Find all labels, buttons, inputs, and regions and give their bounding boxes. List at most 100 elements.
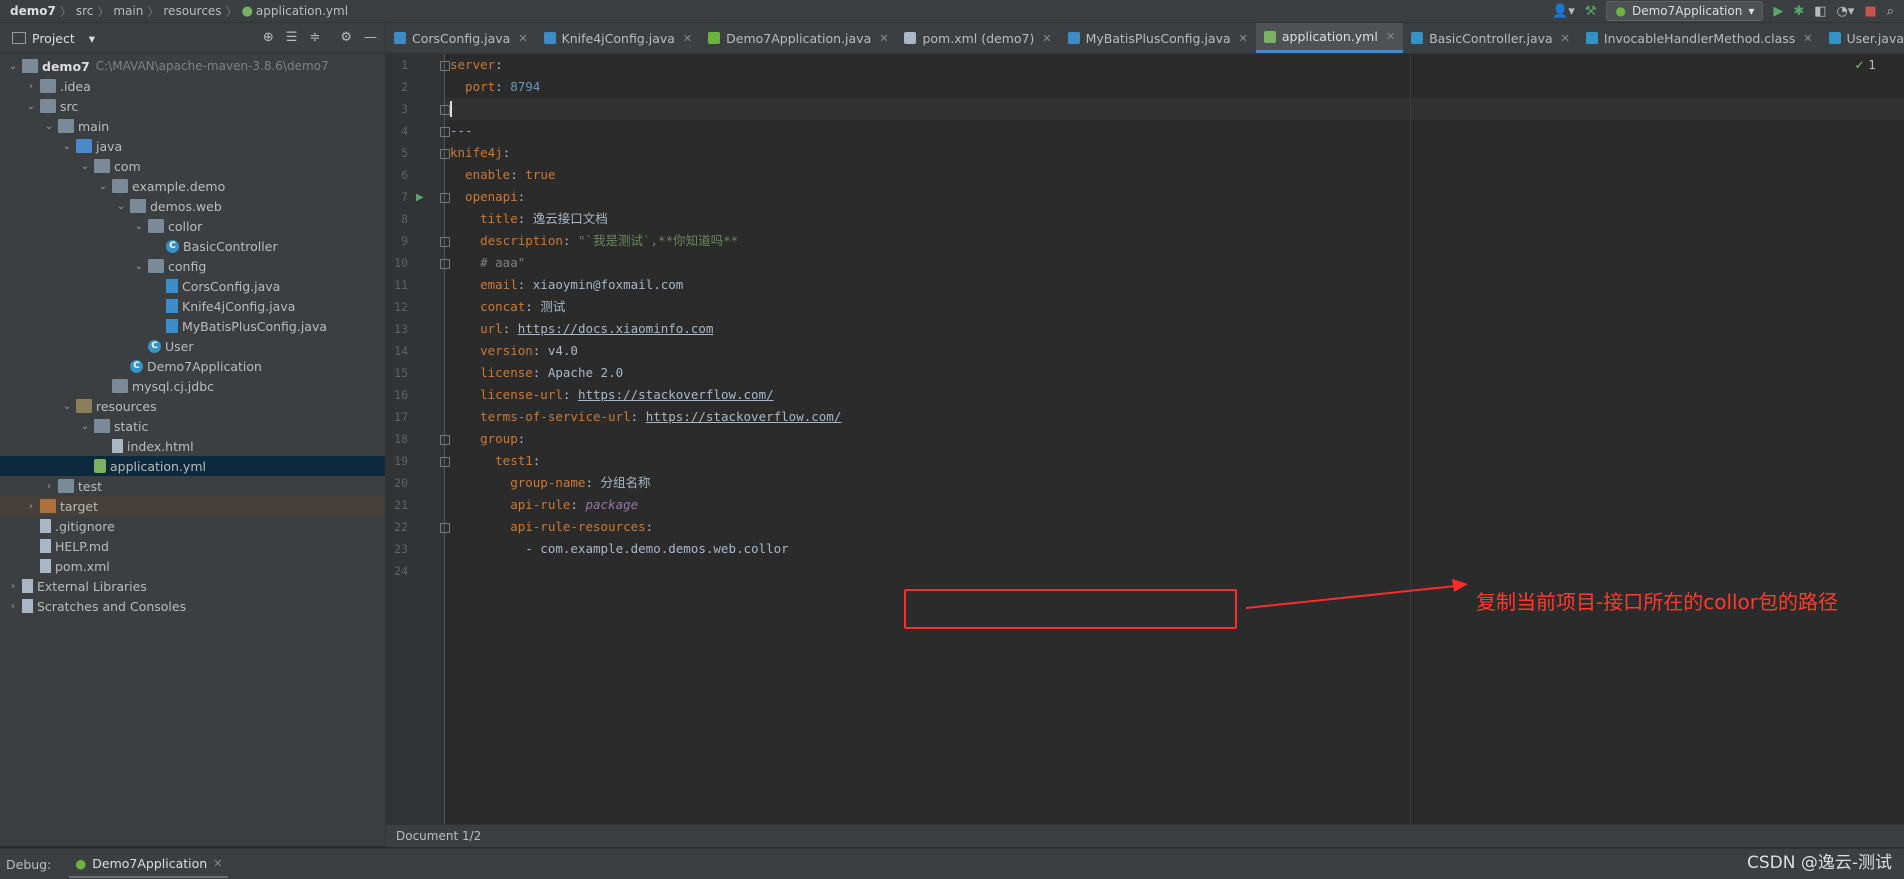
profile-icon[interactable]: ◔▾ <box>1837 4 1855 19</box>
close-icon[interactable]: ✕ <box>518 32 527 45</box>
breadcrumb-file[interactable]: application.yml <box>256 4 348 18</box>
editor-tab[interactable]: InvocableHandlerMethod.class✕ <box>1578 23 1821 53</box>
chevron-down-icon[interactable]: ⌄ <box>96 181 110 192</box>
chevron-right-icon[interactable]: › <box>6 601 20 612</box>
build-hammer-icon[interactable]: ⚒ <box>1585 4 1597 19</box>
editor-tab[interactable]: Demo7Application.java✕ <box>700 23 896 53</box>
close-icon[interactable]: ✕ <box>213 857 222 870</box>
breadcrumb-src[interactable]: src <box>76 4 94 18</box>
chevron-down-icon[interactable]: ⌄ <box>132 261 146 272</box>
code-line[interactable]: version: v4.0 <box>450 340 578 362</box>
code-line[interactable]: # aaa" <box>450 252 525 274</box>
tree-item[interactable]: ⌄collor <box>0 216 385 236</box>
editor-tab[interactable]: pom.xml (demo7)✕ <box>896 23 1059 53</box>
code-line[interactable]: concat: 测试 <box>450 296 565 318</box>
fold-marker-icon[interactable] <box>440 149 450 159</box>
locate-file-icon[interactable]: ⊕ <box>263 30 274 45</box>
editor-tab[interactable]: application.yml✕ <box>1256 23 1403 53</box>
tree-item[interactable]: CBasicController <box>0 236 385 256</box>
close-icon[interactable]: ✕ <box>1386 30 1395 43</box>
document-indicator[interactable]: Document 1/2 <box>396 829 481 843</box>
fold-marker-icon[interactable] <box>440 237 450 247</box>
code-line[interactable]: email: xiaoymin@foxmail.com <box>450 274 683 296</box>
debug-session-tab[interactable]: ● Demo7Application ✕ <box>69 850 228 878</box>
tree-item[interactable]: mysql.cj.jdbc <box>0 376 385 396</box>
code-editor[interactable]: 123456789101112131415161718192021222324 … <box>386 54 1904 824</box>
breadcrumb-resources[interactable]: resources <box>163 4 221 18</box>
run-configuration-select[interactable]: ● Demo7Application ▾ <box>1606 1 1763 21</box>
chevron-right-icon[interactable]: › <box>24 81 38 92</box>
tree-item[interactable]: ›target <box>0 496 385 516</box>
chevron-right-icon[interactable]: › <box>42 481 56 492</box>
inspection-ok-icon[interactable]: ✓ 1 <box>1854 58 1876 72</box>
code-line[interactable]: --- <box>450 120 473 142</box>
chevron-down-icon[interactable]: ⌄ <box>78 161 92 172</box>
code-line[interactable]: group-name: 分组名称 <box>450 472 651 494</box>
close-icon[interactable]: ✕ <box>1803 32 1812 45</box>
tree-item[interactable]: ⌄config <box>0 256 385 276</box>
fold-marker-icon[interactable] <box>440 259 450 269</box>
tree-item[interactable]: ›test <box>0 476 385 496</box>
tree-item[interactable]: ⌄example.demo <box>0 176 385 196</box>
code-line[interactable]: terms-of-service-url: https://stackoverf… <box>450 406 841 428</box>
project-panel-title[interactable]: Project <box>32 31 75 46</box>
tree-item[interactable]: pom.xml <box>0 556 385 576</box>
chevron-down-icon[interactable]: ⌄ <box>60 141 74 152</box>
code-line[interactable]: api-rule-resources: <box>450 516 653 538</box>
stop-icon[interactable]: ■ <box>1864 4 1876 19</box>
tree-item[interactable]: index.html <box>0 436 385 456</box>
close-icon[interactable]: ✕ <box>683 32 692 45</box>
run-gutter-icon[interactable]: ▶ <box>416 192 424 203</box>
code-line[interactable]: api-rule: package <box>450 494 638 516</box>
chevron-down-icon[interactable]: ⌄ <box>114 201 128 212</box>
fold-marker-icon[interactable] <box>440 435 450 445</box>
code-line[interactable]: knife4j: <box>450 142 510 164</box>
editor-tab[interactable]: User.java✕ <box>1821 23 1904 53</box>
close-icon[interactable]: ✕ <box>1239 32 1248 45</box>
editor-tab[interactable]: BasicController.java✕ <box>1403 23 1578 53</box>
chevron-down-icon[interactable]: ⌄ <box>42 121 56 132</box>
tree-item[interactable]: ⌄demos.web <box>0 196 385 216</box>
fold-marker-icon[interactable] <box>440 193 450 203</box>
chevron-right-icon[interactable]: › <box>6 581 20 592</box>
chevron-down-icon[interactable]: ▾ <box>89 31 95 46</box>
tree-item[interactable]: ⌄java <box>0 136 385 156</box>
chevron-down-icon[interactable]: ⌄ <box>132 221 146 232</box>
close-icon[interactable]: ✕ <box>879 32 888 45</box>
code-line[interactable]: test1: <box>450 450 540 472</box>
tree-item[interactable]: CDemo7Application <box>0 356 385 376</box>
tree-item[interactable]: .gitignore <box>0 516 385 536</box>
chevron-down-icon[interactable]: ⌄ <box>60 401 74 412</box>
tree-item[interactable]: ⌄static <box>0 416 385 436</box>
tree-item[interactable]: ›External Libraries <box>0 576 385 596</box>
close-icon[interactable]: ✕ <box>1042 32 1051 45</box>
gear-icon[interactable]: ⚙ <box>340 30 352 45</box>
tree-item[interactable]: application.yml <box>0 456 385 476</box>
chevron-down-icon[interactable]: ⌄ <box>24 101 38 112</box>
fold-marker-icon[interactable] <box>440 523 450 533</box>
code-line[interactable]: license: Apache 2.0 <box>450 362 623 384</box>
fold-marker-icon[interactable] <box>440 105 450 115</box>
code-line[interactable]: - com.example.demo.demos.web.collor <box>450 538 789 560</box>
code-line[interactable]: openapi: <box>450 186 525 208</box>
editor-tab[interactable]: Knife4jConfig.java✕ <box>536 23 701 53</box>
tree-item[interactable]: CUser <box>0 336 385 356</box>
code-line[interactable]: license-url: https://stackoverflow.com/ <box>450 384 774 406</box>
tree-item[interactable]: ⌄src <box>0 96 385 116</box>
code-line[interactable]: group: <box>450 428 525 450</box>
chevron-down-icon[interactable]: ⌄ <box>6 61 20 72</box>
hide-panel-icon[interactable]: — <box>364 30 377 45</box>
coverage-icon[interactable]: ◧ <box>1814 4 1826 19</box>
expand-all-icon[interactable]: ☰ <box>286 30 298 45</box>
chevron-down-icon[interactable]: ⌄ <box>78 421 92 432</box>
tree-item[interactable]: ⌄demo7C:\MAVAN\apache-maven-3.8.6\demo7 <box>0 56 385 76</box>
run-icon[interactable]: ▶ <box>1773 4 1783 19</box>
chevron-right-icon[interactable]: › <box>24 501 38 512</box>
tree-item[interactable]: ⌄com <box>0 156 385 176</box>
fold-marker-icon[interactable] <box>440 127 450 137</box>
tree-item[interactable]: ⌄main <box>0 116 385 136</box>
fold-marker-icon[interactable] <box>440 457 450 467</box>
editor-tab[interactable]: CorsConfig.java✕ <box>386 23 536 53</box>
breadcrumb-main[interactable]: main <box>113 4 143 18</box>
code-line[interactable]: description: "`我是测试`,**你知道吗** <box>450 230 738 252</box>
